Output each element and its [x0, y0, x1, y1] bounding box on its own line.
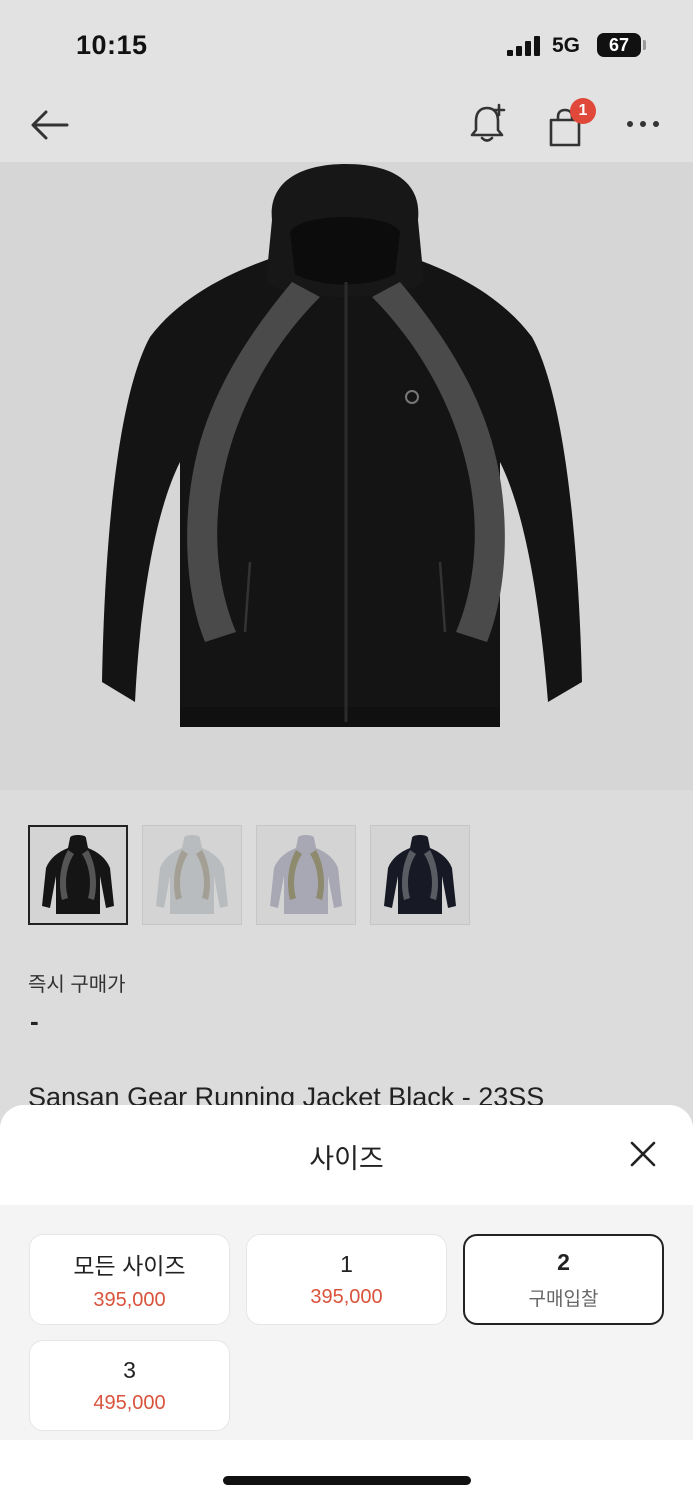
size-option-3[interactable]: 3 495,000	[29, 1340, 230, 1431]
close-icon	[630, 1141, 656, 1167]
alert-add-button[interactable]	[462, 98, 512, 148]
size-grid: 모든 사이즈 395,000 1 395,000 2 구매입찰 3 495,00…	[29, 1234, 665, 1431]
network-label: 5G	[552, 34, 581, 57]
jacket-illustration	[102, 164, 582, 727]
jacket-navy-thumb	[384, 835, 456, 914]
size-option-price: 495,000	[93, 1391, 166, 1414]
size-bottom-sheet: 사이즈 모든 사이즈 395,000 1 395,000 2 구매입찰 3 49…	[0, 1105, 693, 1500]
size-option-name: 3	[123, 1356, 136, 1383]
sheet-title: 사이즈	[309, 1144, 384, 1174]
status-time: 10:15	[76, 30, 148, 60]
sheet-header: 사이즈	[0, 1105, 693, 1205]
bell-plus-icon	[470, 103, 506, 142]
size-option-name: 모든 사이즈	[73, 1253, 186, 1279]
home-indicator[interactable]	[223, 1476, 471, 1485]
thumbnail-1[interactable]	[28, 825, 128, 925]
size-option-1[interactable]: 1 395,000	[246, 1234, 447, 1325]
size-option-bid-label: 구매입찰	[528, 1288, 599, 1310]
back-button[interactable]	[22, 100, 76, 150]
more-icon	[627, 121, 659, 127]
top-nav: 1	[0, 92, 693, 162]
thumbnail-strip	[28, 825, 470, 925]
thumbnail-4[interactable]	[370, 825, 470, 925]
size-option-all[interactable]: 모든 사이즈 395,000	[29, 1234, 230, 1325]
jacket-purple-thumb	[270, 835, 342, 914]
battery-icon: 67	[597, 33, 641, 57]
cart-count-badge: 1	[570, 98, 596, 124]
battery-tip	[643, 40, 646, 50]
size-option-name: 1	[340, 1250, 353, 1277]
size-options-area: 모든 사이즈 395,000 1 395,000 2 구매입찰 3 495,00…	[0, 1205, 693, 1440]
status-bar: 10:15 5G 67	[0, 0, 693, 92]
thumbnail-3[interactable]	[256, 825, 356, 925]
jacket-black-thumb	[42, 835, 114, 914]
cart-button[interactable]: 1	[540, 96, 596, 150]
instant-price-value: -	[30, 1006, 39, 1036]
product-image[interactable]	[0, 162, 693, 790]
size-option-price: 395,000	[310, 1285, 383, 1308]
size-option-2[interactable]: 2 구매입찰	[463, 1234, 664, 1325]
back-arrow-icon	[31, 110, 69, 140]
size-option-name: 2	[557, 1248, 570, 1275]
size-option-price: 395,000	[93, 1289, 166, 1311]
signal-icon	[507, 36, 543, 56]
jacket-light-grey-thumb	[156, 835, 228, 914]
instant-price-label: 즉시 구매가	[28, 974, 126, 996]
more-button[interactable]	[620, 102, 666, 146]
close-button[interactable]	[622, 1133, 664, 1175]
thumbnail-2[interactable]	[142, 825, 242, 925]
